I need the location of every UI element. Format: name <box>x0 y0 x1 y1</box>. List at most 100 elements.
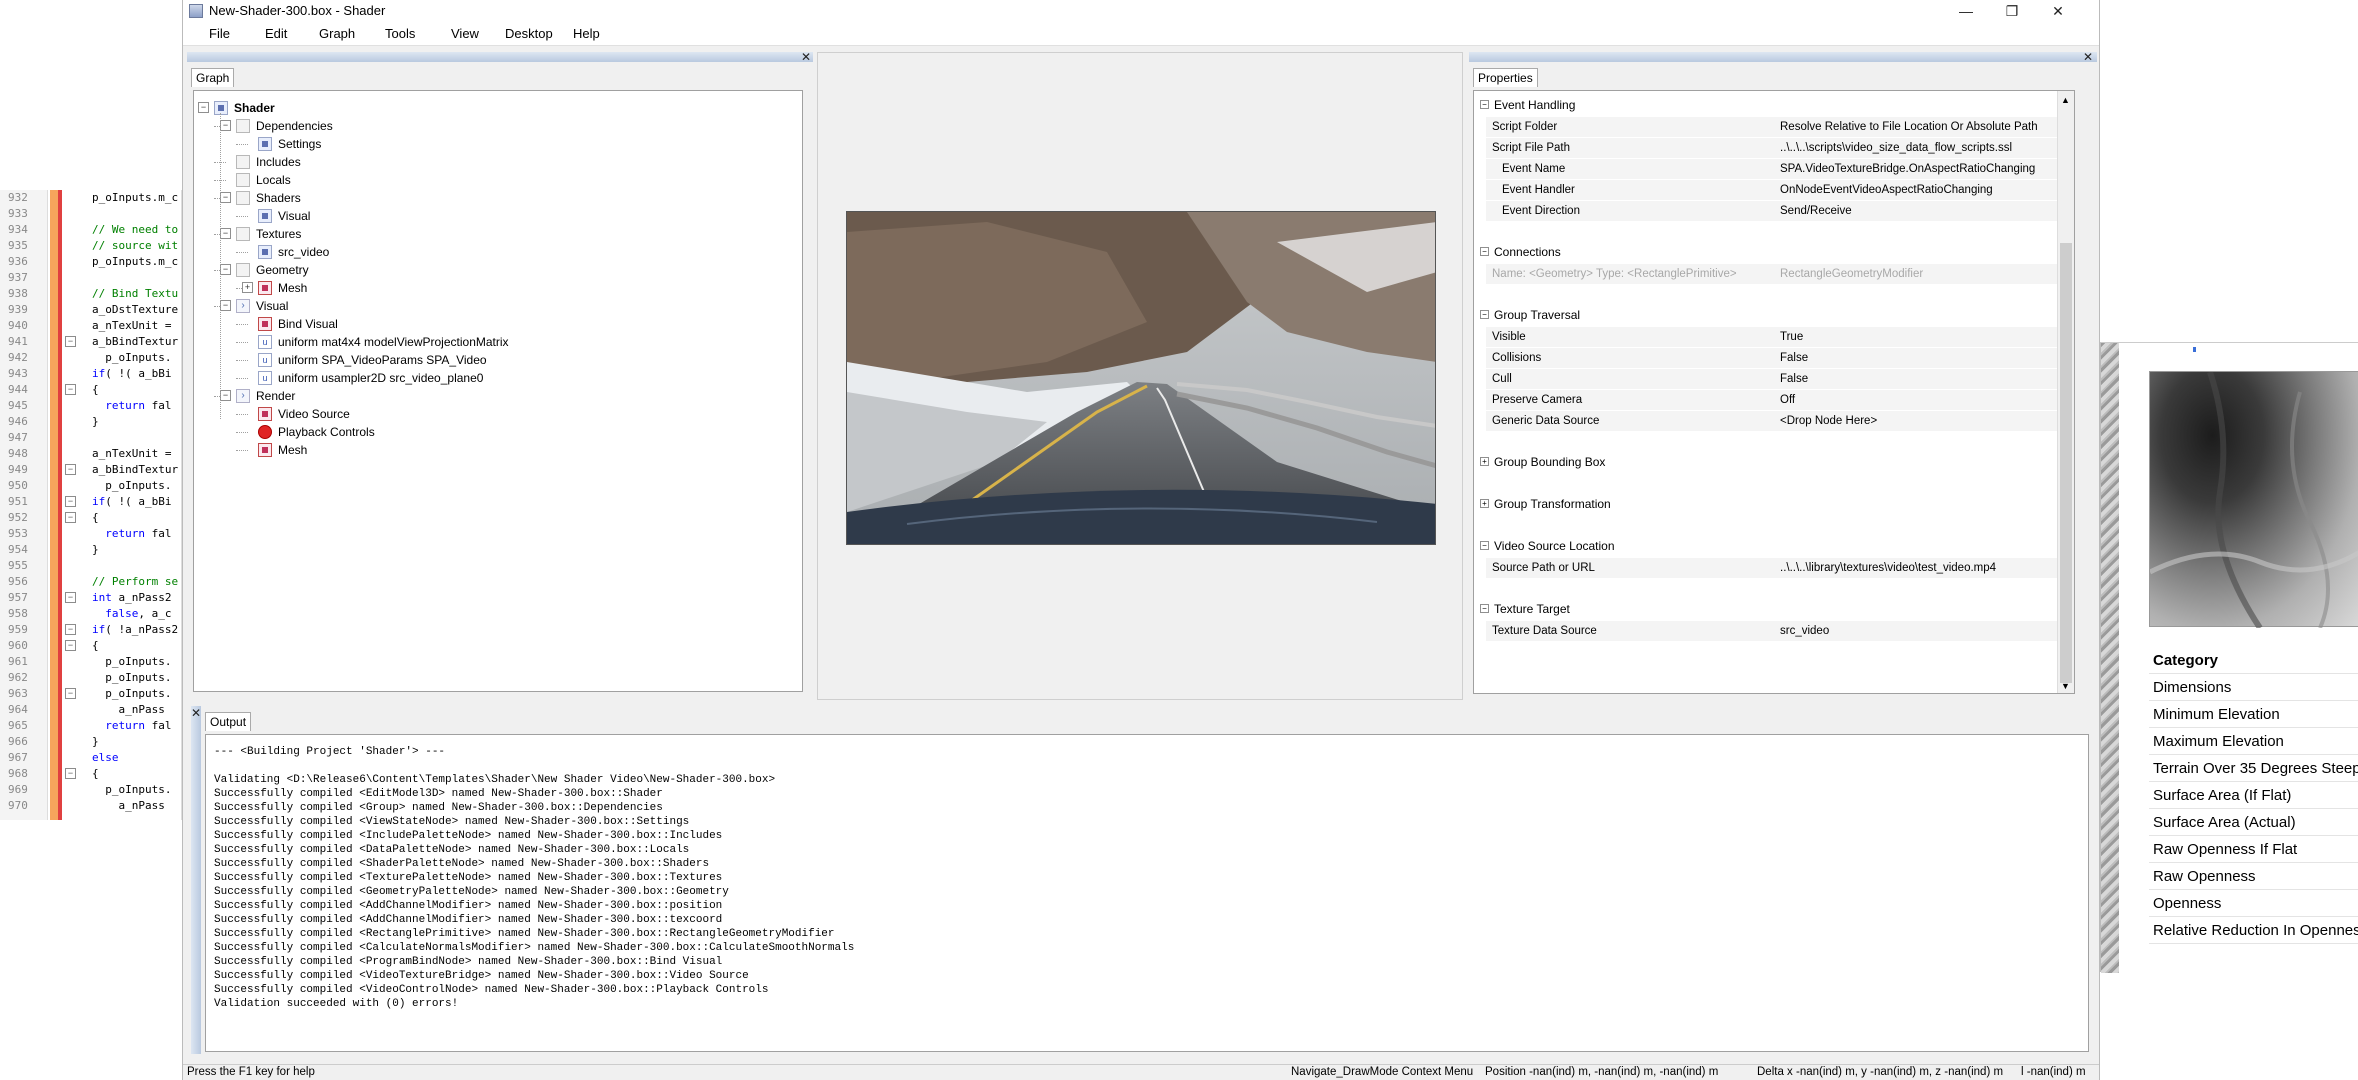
property-value[interactable]: True <box>1780 327 2062 348</box>
code-editor[interactable]: 932 933 934 935 936 937 938 939 940 941 942 943 944 9… <box>0 190 182 820</box>
collapse-icon[interactable]: − <box>1480 247 1489 256</box>
property-row[interactable]: Event Name SPA.VideoTextureBridge.OnAspec… <box>1486 159 2066 180</box>
minimize-button[interactable]: — <box>1943 0 1989 22</box>
menu-help[interactable]: Help <box>573 26 600 41</box>
property-section[interactable]: + Group Bounding Box <box>1474 452 2074 472</box>
property-row[interactable]: Preserve Camera Off <box>1486 390 2066 411</box>
restore-button[interactable]: ❐ <box>1989 0 2035 22</box>
menu-view[interactable]: View <box>451 26 479 41</box>
tree-item[interactable]: Settings <box>194 135 802 153</box>
property-section[interactable]: − Connections <box>1474 242 2074 262</box>
tree-item[interactable]: − Geometry <box>194 261 802 279</box>
tree-item[interactable]: u uniform mat4x4 modelViewProjectionMatri… <box>194 333 802 351</box>
property-row[interactable]: Cull False <box>1486 369 2066 390</box>
tree-item[interactable]: − Shaders <box>194 189 802 207</box>
menu-graph[interactable]: Graph <box>319 26 355 41</box>
tree-item[interactable]: Bind Visual <box>194 315 802 333</box>
property-value[interactable]: Off <box>1780 390 2062 411</box>
property-row[interactable]: Event Handler OnNodeEventVideoAspectRatio… <box>1486 180 2066 201</box>
property-row[interactable]: Generic Data Source <Drop Node Here> <box>1486 411 2066 432</box>
collapse-icon[interactable]: − <box>220 228 231 239</box>
collapse-icon[interactable]: − <box>220 264 231 275</box>
menu-desktop[interactable]: Desktop <box>505 26 553 41</box>
properties-close-icon[interactable]: ✕ <box>2083 51 2093 63</box>
output-close-icon[interactable]: ✕ <box>191 707 201 719</box>
collapse-icon[interactable]: − <box>220 300 231 311</box>
property-section[interactable]: − Video Source Location <box>1474 536 2074 556</box>
fold-toggle-icon[interactable]: − <box>65 384 76 395</box>
collapse-icon[interactable]: − <box>1480 310 1489 319</box>
video-frame[interactable] <box>846 211 1436 545</box>
tree-item[interactable]: − Textures <box>194 225 802 243</box>
property-row[interactable]: Event Direction Send/Receive <box>1486 201 2066 222</box>
property-value[interactable]: Send/Receive <box>1780 201 2062 222</box>
properties-dock-header[interactable] <box>1469 52 2097 62</box>
menu-file[interactable]: File <box>209 26 230 41</box>
collapse-icon[interactable]: − <box>220 120 231 131</box>
fold-toggle-icon[interactable]: − <box>65 336 76 347</box>
tree-item[interactable]: − › Render <box>194 387 802 405</box>
property-value[interactable]: Resolve Relative to File Location Or Abs… <box>1780 117 2062 138</box>
tree-item[interactable]: Includes <box>194 153 802 171</box>
tree-item[interactable]: u uniform SPA_VideoParams SPA_Video <box>194 351 802 369</box>
graph-close-icon[interactable]: ✕ <box>801 51 811 63</box>
output-dock-header[interactable] <box>191 706 201 1054</box>
property-row[interactable]: Source Path or URL ..\..\..\library\textu… <box>1486 558 2066 579</box>
collapse-icon[interactable]: − <box>220 390 231 401</box>
collapse-icon[interactable]: − <box>1480 541 1489 550</box>
collapse-icon[interactable]: − <box>1480 604 1489 613</box>
property-row[interactable]: Texture Data Source src_video <box>1486 621 2066 642</box>
property-value[interactable]: RectangleGeometryModifier <box>1780 264 2062 285</box>
close-button[interactable]: ✕ <box>2035 0 2081 22</box>
fold-toggle-icon[interactable]: − <box>65 496 76 507</box>
property-value[interactable]: False <box>1780 348 2062 369</box>
expand-icon[interactable]: + <box>1480 499 1489 508</box>
property-grid[interactable]: − Event Handling Script Folder Resolve Rela… <box>1473 90 2075 694</box>
fold-toggle-icon[interactable]: − <box>65 768 76 779</box>
collapse-icon[interactable]: − <box>1480 100 1489 109</box>
property-value[interactable]: OnNodeEventVideoAspectRatioChanging <box>1780 180 2062 201</box>
tree-item[interactable]: Video Source <box>194 405 802 423</box>
property-value[interactable]: ..\..\..\library\textures\video\test_vid… <box>1780 558 2062 579</box>
property-value[interactable]: ..\..\..\scripts\video_size_data_flow_sc… <box>1780 138 2062 159</box>
fold-toggle-icon[interactable]: − <box>65 592 76 603</box>
code-text[interactable]: p_oInputs.m_c // We need to // source wit p… <box>92 190 181 820</box>
tab-graph[interactable]: Graph <box>191 68 235 87</box>
collapse-icon[interactable]: − <box>220 192 231 203</box>
property-row[interactable]: Script File Path ..\..\..\scripts\video_s… <box>1486 138 2066 159</box>
viewport-panel[interactable] <box>817 52 1463 700</box>
fold-toggle-icon[interactable]: − <box>65 512 76 523</box>
menu-edit[interactable]: Edit <box>265 26 287 41</box>
fold-toggle-icon[interactable]: − <box>65 640 76 651</box>
property-row[interactable]: Collisions False <box>1486 348 2066 369</box>
property-value[interactable]: False <box>1780 369 2062 390</box>
fold-toggle-icon[interactable]: − <box>65 464 76 475</box>
menu-tools[interactable]: Tools <box>385 26 415 41</box>
graph-dock-header[interactable] <box>187 52 813 62</box>
property-section[interactable]: − Event Handling <box>1474 95 2074 115</box>
scroll-thumb[interactable] <box>2060 243 2072 683</box>
expand-icon[interactable]: + <box>1480 457 1489 466</box>
property-scrollbar[interactable]: ▲ ▼ <box>2057 91 2074 693</box>
tree-item[interactable]: + Mesh <box>194 279 802 297</box>
property-row[interactable]: Visible True <box>1486 327 2066 348</box>
property-value[interactable]: src_video <box>1780 621 2062 642</box>
tab-properties[interactable]: Properties <box>1473 68 1538 87</box>
tree-item[interactable]: src_video <box>194 243 802 261</box>
property-section[interactable]: + Group Transformation <box>1474 494 2074 514</box>
title-bar[interactable]: New-Shader-300.box - Shader — ❐ ✕ <box>183 0 2099 22</box>
fold-toggle-icon[interactable]: − <box>65 624 76 635</box>
property-value[interactable]: SPA.VideoTextureBridge.OnAspectRatioChan… <box>1780 159 2062 180</box>
fold-toggle-icon[interactable]: − <box>65 688 76 699</box>
property-row[interactable]: Script Folder Resolve Relative to File Lo… <box>1486 117 2066 138</box>
tree-item[interactable]: Visual <box>194 207 802 225</box>
tree-item[interactable]: − Shader <box>194 99 802 117</box>
tree-item[interactable]: Locals <box>194 171 802 189</box>
tree-item[interactable]: u uniform usampler2D src_video_plane0 <box>194 369 802 387</box>
property-section[interactable]: − Texture Target <box>1474 599 2074 619</box>
property-value[interactable]: <Drop Node Here> <box>1780 411 2062 432</box>
tree-item[interactable]: − › Visual <box>194 297 802 315</box>
scroll-down-icon[interactable]: ▼ <box>2061 681 2070 691</box>
tree-item[interactable]: Playback Controls <box>194 423 802 441</box>
tab-output[interactable]: Output <box>205 712 252 731</box>
